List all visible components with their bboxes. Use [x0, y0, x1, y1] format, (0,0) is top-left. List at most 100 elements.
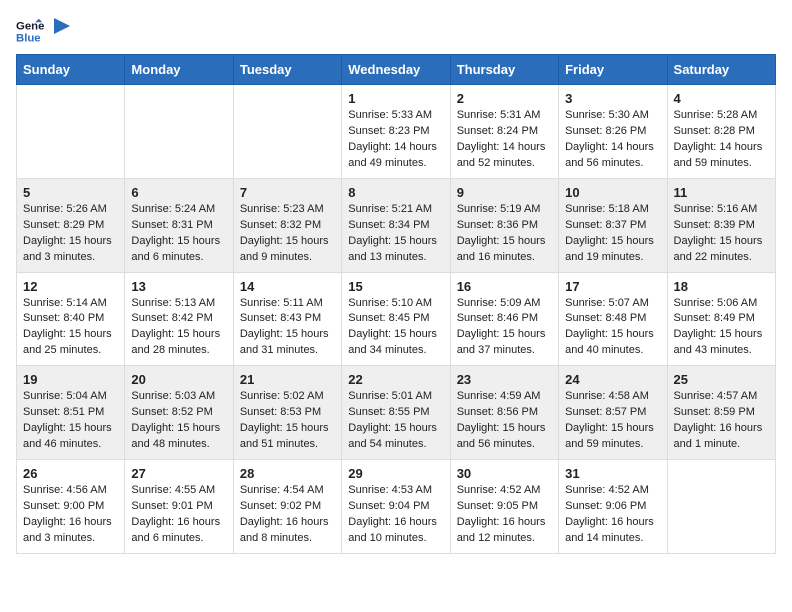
- day-info: Sunrise: 4:52 AMSunset: 9:06 PMDaylight:…: [565, 483, 660, 547]
- day-number: 21: [240, 372, 335, 387]
- day-info: Sunrise: 5:11 AMSunset: 8:43 PMDaylight:…: [240, 296, 335, 360]
- day-number: 23: [457, 372, 552, 387]
- svg-text:Blue: Blue: [16, 33, 41, 45]
- calendar-day-cell: 23Sunrise: 4:59 AMSunset: 8:56 PMDayligh…: [450, 366, 558, 460]
- calendar-day-cell: 17Sunrise: 5:07 AMSunset: 8:48 PMDayligh…: [559, 272, 667, 366]
- calendar-day-cell: 21 Sunrise: 5:02 AMSunset: 8:53 PMDayligh…: [233, 366, 341, 460]
- day-number: 3: [565, 91, 660, 106]
- day-info: Sunrise: 5:26 AMSunset: 8:29 PMDaylight:…: [23, 202, 118, 266]
- day-info: Sunrise: 5:01 AMSunset: 8:55 PMDaylight:…: [348, 389, 443, 453]
- day-number: 11: [674, 185, 769, 200]
- day-info: Sunrise: 5:28 AMSunset: 8:28 PMDaylight:…: [674, 108, 769, 172]
- day-number: 27: [131, 466, 226, 481]
- calendar-day-cell: 1 Sunrise: 5:33 AMSunset: 8:23 PMDaylight…: [342, 85, 450, 179]
- day-info: Sunrise: 5:03 AMSunset: 8:52 PMDaylight:…: [131, 389, 226, 453]
- day-of-week-header: Thursday: [450, 55, 558, 85]
- day-info: Sunrise: 5:16 AMSunset: 8:39 PMDaylight:…: [674, 202, 769, 266]
- calendar-day-cell: 7Sunrise: 5:23 AMSunset: 8:32 PMDaylight…: [233, 178, 341, 272]
- calendar-day-cell: [17, 85, 125, 179]
- day-info: Sunrise: 4:58 AMSunset: 8:57 PMDaylight:…: [565, 389, 660, 453]
- day-number: 28: [240, 466, 335, 481]
- day-number: 19: [23, 372, 118, 387]
- page-header: General Blue: [16, 16, 776, 46]
- calendar-day-cell: 14 Sunrise: 5:11 AMSunset: 8:43 PMDayligh…: [233, 272, 341, 366]
- calendar-day-cell: 13 Sunrise: 5:13 AMSunset: 8:42 PMDayligh…: [125, 272, 233, 366]
- day-number: 13: [131, 279, 226, 294]
- calendar-day-cell: 19 Sunrise: 5:04 AMSunset: 8:51 PMDayligh…: [17, 366, 125, 460]
- day-number: 12: [23, 279, 118, 294]
- calendar-day-cell: 4 Sunrise: 5:28 AMSunset: 8:28 PMDaylight…: [667, 85, 775, 179]
- logo-flag-icon: [52, 16, 72, 46]
- calendar-day-cell: 27 Sunrise: 4:55 AMSunset: 9:01 PMDayligh…: [125, 460, 233, 554]
- day-number: 9: [457, 185, 552, 200]
- calendar-day-cell: 11 Sunrise: 5:16 AMSunset: 8:39 PMDayligh…: [667, 178, 775, 272]
- day-number: 25: [674, 372, 769, 387]
- calendar-week-row: 12 Sunrise: 5:14 AMSunset: 8:40 PMDayligh…: [17, 272, 776, 366]
- calendar-day-cell: [125, 85, 233, 179]
- calendar-day-cell: 30 Sunrise: 4:52 AMSunset: 9:05 PMDayligh…: [450, 460, 558, 554]
- logo: General Blue: [16, 16, 72, 46]
- calendar-day-cell: 2 Sunrise: 5:31 AMSunset: 8:24 PMDaylight…: [450, 85, 558, 179]
- calendar-day-cell: 10 Sunrise: 5:18 AMSunset: 8:37 PMDayligh…: [559, 178, 667, 272]
- calendar-day-cell: 22Sunrise: 5:01 AMSunset: 8:55 PMDayligh…: [342, 366, 450, 460]
- day-number: 20: [131, 372, 226, 387]
- day-info: Sunrise: 5:31 AMSunset: 8:24 PMDaylight:…: [457, 108, 552, 172]
- day-number: 30: [457, 466, 552, 481]
- day-of-week-header: Wednesday: [342, 55, 450, 85]
- day-of-week-header: Sunday: [17, 55, 125, 85]
- day-number: 14: [240, 279, 335, 294]
- day-info: Sunrise: 4:55 AMSunset: 9:01 PMDaylight:…: [131, 483, 226, 547]
- day-number: 4: [674, 91, 769, 106]
- calendar-day-cell: 31 Sunrise: 4:52 AMSunset: 9:06 PMDayligh…: [559, 460, 667, 554]
- day-info: Sunrise: 5:10 AMSunset: 8:45 PMDaylight:…: [348, 296, 443, 360]
- day-info: Sunrise: 5:19 AMSunset: 8:36 PMDaylight:…: [457, 202, 552, 266]
- calendar-day-cell: 25Sunrise: 4:57 AMSunset: 8:59 PMDayligh…: [667, 366, 775, 460]
- day-number: 29: [348, 466, 443, 481]
- day-info: Sunrise: 5:07 AMSunset: 8:48 PMDaylight:…: [565, 296, 660, 360]
- day-info: Sunrise: 5:13 AMSunset: 8:42 PMDaylight:…: [131, 296, 226, 360]
- day-number: 7: [240, 185, 335, 200]
- day-number: 1: [348, 91, 443, 106]
- day-info: Sunrise: 4:54 AMSunset: 9:02 PMDaylight:…: [240, 483, 335, 547]
- calendar-day-cell: 8Sunrise: 5:21 AMSunset: 8:34 PMDaylight…: [342, 178, 450, 272]
- day-number: 10: [565, 185, 660, 200]
- day-number: 18: [674, 279, 769, 294]
- day-info: Sunrise: 5:04 AMSunset: 8:51 PMDaylight:…: [23, 389, 118, 453]
- day-info: Sunrise: 5:33 AMSunset: 8:23 PMDaylight:…: [348, 108, 443, 172]
- calendar-day-cell: [667, 460, 775, 554]
- day-number: 16: [457, 279, 552, 294]
- day-info: Sunrise: 5:30 AMSunset: 8:26 PMDaylight:…: [565, 108, 660, 172]
- day-info: Sunrise: 4:52 AMSunset: 9:05 PMDaylight:…: [457, 483, 552, 547]
- day-of-week-header: Friday: [559, 55, 667, 85]
- calendar-day-cell: 6Sunrise: 5:24 AMSunset: 8:31 PMDaylight…: [125, 178, 233, 272]
- day-info: Sunrise: 5:24 AMSunset: 8:31 PMDaylight:…: [131, 202, 226, 266]
- calendar-week-row: 5 Sunrise: 5:26 AMSunset: 8:29 PMDaylight…: [17, 178, 776, 272]
- logo-icon: General Blue: [16, 17, 44, 45]
- day-info: Sunrise: 5:14 AMSunset: 8:40 PMDaylight:…: [23, 296, 118, 360]
- day-number: 31: [565, 466, 660, 481]
- calendar-day-cell: 5 Sunrise: 5:26 AMSunset: 8:29 PMDaylight…: [17, 178, 125, 272]
- calendar-day-cell: 20 Sunrise: 5:03 AMSunset: 8:52 PMDayligh…: [125, 366, 233, 460]
- calendar-header-row: SundayMondayTuesdayWednesdayThursdayFrid…: [17, 55, 776, 85]
- calendar-week-row: 19 Sunrise: 5:04 AMSunset: 8:51 PMDayligh…: [17, 366, 776, 460]
- calendar-day-cell: 3 Sunrise: 5:30 AMSunset: 8:26 PMDaylight…: [559, 85, 667, 179]
- day-info: Sunrise: 4:56 AMSunset: 9:00 PMDaylight:…: [23, 483, 118, 547]
- day-info: Sunrise: 5:18 AMSunset: 8:37 PMDaylight:…: [565, 202, 660, 266]
- day-info: Sunrise: 5:02 AMSunset: 8:53 PMDaylight:…: [240, 389, 335, 453]
- day-info: Sunrise: 5:06 AMSunset: 8:49 PMDaylight:…: [674, 296, 769, 360]
- day-of-week-header: Monday: [125, 55, 233, 85]
- day-number: 2: [457, 91, 552, 106]
- day-info: Sunrise: 5:09 AMSunset: 8:46 PMDaylight:…: [457, 296, 552, 360]
- day-number: 5: [23, 185, 118, 200]
- calendar-day-cell: [233, 85, 341, 179]
- day-number: 24: [565, 372, 660, 387]
- day-number: 8: [348, 185, 443, 200]
- day-of-week-header: Saturday: [667, 55, 775, 85]
- calendar-day-cell: 24 Sunrise: 4:58 AMSunset: 8:57 PMDayligh…: [559, 366, 667, 460]
- day-info: Sunrise: 4:53 AMSunset: 9:04 PMDaylight:…: [348, 483, 443, 547]
- calendar-day-cell: 18 Sunrise: 5:06 AMSunset: 8:49 PMDayligh…: [667, 272, 775, 366]
- calendar-week-row: 26Sunrise: 4:56 AMSunset: 9:00 PMDayligh…: [17, 460, 776, 554]
- calendar-week-row: 1 Sunrise: 5:33 AMSunset: 8:23 PMDaylight…: [17, 85, 776, 179]
- calendar-day-cell: 16 Sunrise: 5:09 AMSunset: 8:46 PMDayligh…: [450, 272, 558, 366]
- calendar-day-cell: 15Sunrise: 5:10 AMSunset: 8:45 PMDayligh…: [342, 272, 450, 366]
